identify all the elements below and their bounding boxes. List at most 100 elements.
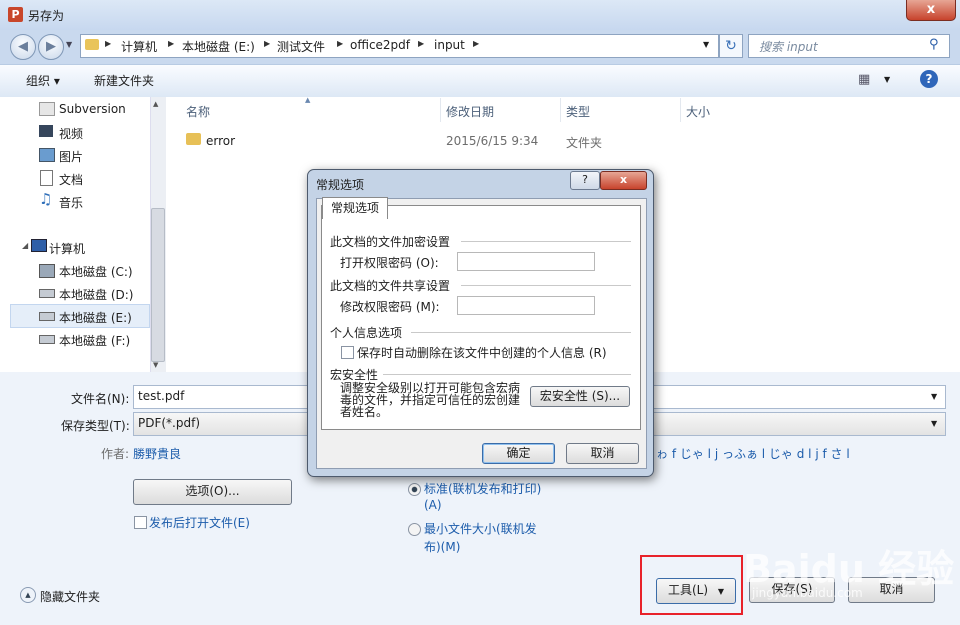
help-icon[interactable]: ? bbox=[920, 70, 938, 88]
breadcrumb-arrow-icon[interactable]: ▶ bbox=[105, 39, 111, 48]
dialog-cancel-button[interactable]: 取消 bbox=[566, 443, 639, 464]
group-divider bbox=[411, 332, 631, 333]
remove-personal-info-label[interactable]: 保存时自动删除在该文件中创建的个人信息 (R) bbox=[357, 344, 607, 361]
macro-security-button[interactable]: 宏安全性 (S)... bbox=[530, 386, 630, 407]
scroll-up-arrow-icon[interactable]: ▲ bbox=[153, 100, 158, 108]
column-divider[interactable] bbox=[680, 98, 681, 122]
nav-item-pictures[interactable]: 图片 bbox=[59, 148, 83, 165]
folder-icon bbox=[85, 39, 99, 50]
search-input[interactable]: 搜索 input ⚲ bbox=[748, 34, 950, 58]
svn-icon bbox=[39, 102, 55, 116]
sort-ascending-icon: ▲ bbox=[305, 96, 311, 104]
dialog-title: 常规选项 bbox=[316, 178, 365, 192]
drive-icon bbox=[39, 335, 55, 344]
dialog-help-button[interactable]: ? bbox=[570, 171, 600, 190]
open-after-publish-label[interactable]: 发布后打开文件(E) bbox=[149, 514, 250, 531]
remove-personal-info-checkbox[interactable] bbox=[341, 346, 354, 359]
standard-radio-accel[interactable]: (A) bbox=[424, 498, 442, 512]
chevron-down-icon[interactable]: ▼ bbox=[931, 419, 937, 428]
column-divider[interactable] bbox=[440, 98, 441, 122]
chevron-down-icon[interactable]: ▼ bbox=[931, 392, 937, 401]
search-icon[interactable]: ⚲ bbox=[929, 37, 939, 52]
change-view-icon[interactable]: ▦ bbox=[858, 72, 870, 87]
breadcrumb-arrow-icon[interactable]: ▶ bbox=[473, 39, 479, 48]
window-title: 另存为 bbox=[28, 9, 65, 23]
window-close-button[interactable]: x bbox=[906, 0, 956, 21]
filetype-value: PDF(*.pdf) bbox=[138, 416, 201, 430]
baidu-watermark: Baidu 经验 bbox=[743, 547, 955, 591]
hide-folders-link[interactable]: 隐藏文件夹 bbox=[40, 588, 100, 605]
dialog-close-button[interactable]: x bbox=[600, 171, 647, 190]
tags-value[interactable]: ゎ f じゃ l j っふぁ l じゃ d l j f さ l bbox=[656, 445, 850, 462]
expand-arrow-icon[interactable]: ◢ bbox=[22, 241, 28, 250]
forward-button[interactable]: ▶ bbox=[38, 34, 64, 60]
nav-item-computer[interactable]: 计算机 bbox=[49, 240, 85, 257]
highlight-annotation bbox=[640, 555, 743, 615]
column-header-type[interactable]: 类型 bbox=[566, 103, 590, 120]
nav-item-subversion[interactable]: Subversion bbox=[59, 102, 126, 116]
group-divider bbox=[461, 285, 631, 286]
nav-item-drive-c[interactable]: 本地磁盘 (C:) bbox=[59, 263, 133, 280]
breadcrumb-computer[interactable]: 计算机 bbox=[121, 38, 157, 55]
breadcrumb-test-folder[interactable]: 测试文件 bbox=[277, 38, 325, 55]
open-password-input[interactable] bbox=[457, 252, 595, 271]
column-divider[interactable] bbox=[560, 98, 561, 122]
powerpoint-app-icon: P bbox=[8, 7, 23, 22]
column-header-date[interactable]: 修改日期 bbox=[446, 103, 494, 120]
min-size-radio-accel[interactable]: 布)(M) bbox=[424, 538, 460, 555]
nav-item-drive-d[interactable]: 本地磁盘 (D:) bbox=[59, 286, 133, 303]
collapse-icon[interactable]: ▲ bbox=[20, 587, 36, 603]
standard-radio-label[interactable]: 标准(联机发布和打印) bbox=[424, 480, 541, 497]
nav-item-videos[interactable]: 视频 bbox=[59, 125, 83, 142]
recent-locations-chevron-icon[interactable]: ▼ bbox=[66, 40, 72, 49]
min-size-radio[interactable] bbox=[408, 523, 421, 536]
breadcrumb-drive-e[interactable]: 本地磁盘 (E:) bbox=[182, 38, 255, 55]
search-placeholder: 搜索 input bbox=[759, 40, 818, 54]
general-options-dialog: 常规选项 ? x 常规选项 此文档的文件加密设置 打开权限密码 (O): 此文档… bbox=[307, 169, 654, 477]
standard-radio[interactable] bbox=[408, 483, 421, 496]
group-divider bbox=[383, 374, 631, 375]
nav-scrollbar-thumb[interactable] bbox=[151, 208, 165, 362]
options-button[interactable]: 选项(O)... bbox=[133, 479, 292, 505]
new-folder-button[interactable]: 新建文件夹 bbox=[94, 72, 154, 89]
breadcrumb-office2pdf[interactable]: office2pdf bbox=[350, 38, 410, 52]
title-bar bbox=[0, 0, 960, 30]
scroll-down-arrow-icon[interactable]: ▼ bbox=[153, 361, 158, 369]
encrypt-group-label: 此文档的文件加密设置 bbox=[330, 235, 451, 249]
macro-description: 调整安全级别以打开可能包含宏病毒的文件，并指定可信任的宏创建者姓名。 bbox=[340, 381, 521, 419]
back-button[interactable]: ◀ bbox=[10, 34, 36, 60]
breadcrumb-arrow-icon[interactable]: ▶ bbox=[264, 39, 270, 48]
nav-item-documents[interactable]: 文档 bbox=[59, 171, 83, 188]
breadcrumb[interactable]: ▶ 计算机 ▶ 本地磁盘 (E:) ▶ 测试文件 ▶ office2pdf ▶ … bbox=[80, 34, 719, 58]
refresh-button[interactable]: ↻ bbox=[719, 34, 743, 58]
dialog-body: 常规选项 此文档的文件加密设置 打开权限密码 (O): 此文档的文件共享设置 修… bbox=[316, 197, 647, 469]
breadcrumb-arrow-icon[interactable]: ▶ bbox=[337, 39, 343, 48]
document-icon bbox=[40, 170, 53, 186]
picture-icon bbox=[39, 148, 55, 162]
view-dropdown-chevron-icon[interactable]: ▼ bbox=[884, 75, 890, 84]
modify-password-input[interactable] bbox=[457, 296, 595, 315]
nav-item-music[interactable]: 音乐 bbox=[59, 194, 83, 211]
column-header-size[interactable]: 大小 bbox=[686, 103, 710, 120]
file-name[interactable]: error bbox=[206, 134, 235, 148]
share-group-label: 此文档的文件共享设置 bbox=[330, 279, 451, 293]
min-size-radio-label[interactable]: 最小文件大小(联机发 bbox=[424, 520, 537, 537]
author-label: 作者: bbox=[101, 447, 130, 461]
column-header-name[interactable]: 名称 bbox=[186, 103, 210, 120]
nav-item-drive-e[interactable]: 本地磁盘 (E:) bbox=[59, 309, 132, 326]
breadcrumb-arrow-icon[interactable]: ▶ bbox=[168, 39, 174, 48]
open-after-publish-checkbox[interactable] bbox=[134, 516, 147, 529]
music-icon: ♫ bbox=[39, 190, 53, 208]
nav-item-drive-f[interactable]: 本地磁盘 (F:) bbox=[59, 332, 130, 349]
folder-icon bbox=[186, 133, 201, 145]
address-dropdown-chevron-icon[interactable]: ▼ bbox=[703, 40, 709, 49]
drive-icon bbox=[39, 312, 55, 321]
drive-icon bbox=[39, 289, 55, 298]
organize-menu-button[interactable]: 组织 ▾ bbox=[26, 72, 60, 89]
watermark-url: jingyan.baidu.com bbox=[752, 586, 863, 600]
tab-general-options[interactable]: 常规选项 bbox=[322, 197, 388, 219]
breadcrumb-input[interactable]: input bbox=[434, 38, 465, 52]
author-value[interactable]: 勝野貴良 bbox=[133, 445, 181, 462]
ok-button[interactable]: 确定 bbox=[482, 443, 555, 464]
breadcrumb-arrow-icon[interactable]: ▶ bbox=[418, 39, 424, 48]
